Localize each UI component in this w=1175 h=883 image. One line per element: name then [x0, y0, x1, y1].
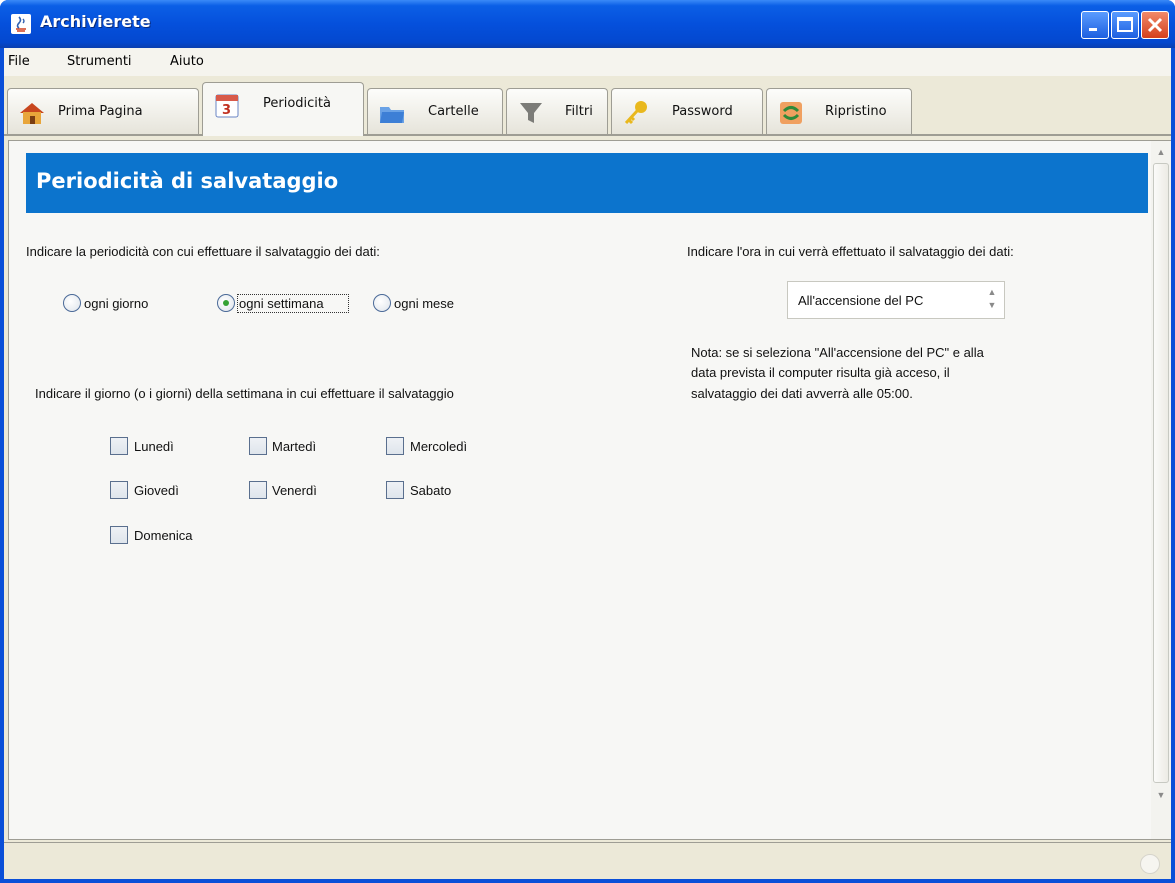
tab-cartelle[interactable]: Cartelle	[367, 88, 503, 134]
minimize-icon	[1089, 28, 1097, 31]
tab-label: Cartelle	[428, 104, 479, 119]
radio-label-ogni-giorno[interactable]: ogni giorno	[84, 296, 148, 311]
tab-label: Ripristino	[825, 104, 887, 119]
time-prompt: Indicare l'ora in cui verrà effettuato i…	[687, 244, 1014, 259]
window-title: Archivierete	[40, 12, 151, 31]
client-area: File Strumenti Aiuto Prima Pagina 3 Peri…	[4, 48, 1171, 879]
tab-password[interactable]: Password	[611, 88, 763, 134]
spinner-up-icon[interactable]: ▲	[984, 285, 1000, 299]
menu-aiuto[interactable]: Aiuto	[170, 54, 204, 69]
tab-label: Periodicità	[263, 96, 331, 111]
tab-label: Password	[672, 104, 733, 119]
menu-strumenti[interactable]: Strumenti	[67, 54, 132, 69]
note-line-1: Nota: se si seleziona "All'accensione de…	[691, 345, 984, 360]
time-spinner-value: All'accensione del PC	[798, 293, 924, 308]
checkbox-venerdi[interactable]	[249, 481, 267, 499]
menu-bar: File Strumenti Aiuto	[4, 48, 1171, 76]
home-icon	[20, 103, 44, 124]
restore-icon	[780, 102, 802, 124]
note-line-3: salvataggio dei dati avverrà alle 05:00.	[691, 386, 913, 401]
tab-label: Prima Pagina	[58, 104, 143, 119]
checkbox-domenica[interactable]	[110, 526, 128, 544]
calendar-icon: 3	[215, 94, 239, 118]
folder-icon	[380, 107, 404, 123]
minimize-button[interactable]	[1081, 11, 1109, 39]
checkbox-label-sabato[interactable]: Sabato	[410, 483, 451, 498]
tab-label: Filtri	[565, 104, 593, 119]
tab-filtri[interactable]: Filtri	[506, 88, 608, 134]
checkbox-label-lunedi[interactable]: Lunedì	[134, 439, 174, 454]
menu-file[interactable]: File	[8, 54, 30, 69]
radio-label-ogni-settimana[interactable]: ogni settimana	[239, 296, 324, 311]
maximize-icon	[1117, 17, 1133, 32]
time-spinner[interactable]: All'accensione del PC ▲ ▼	[787, 281, 1005, 319]
svg-text:3: 3	[222, 103, 231, 118]
checkbox-lunedi[interactable]	[110, 437, 128, 455]
periodicita-panel: Periodicità di salvataggio Indicare la p…	[8, 140, 1171, 840]
tab-prima-pagina[interactable]: Prima Pagina	[7, 88, 199, 134]
checkbox-label-martedi[interactable]: Martedì	[272, 439, 316, 454]
checkbox-martedi[interactable]	[249, 437, 267, 455]
checkbox-mercoledi[interactable]	[386, 437, 404, 455]
tab-ripristino[interactable]: Ripristino	[766, 88, 912, 134]
checkbox-label-giovedi[interactable]: Giovedì	[134, 483, 179, 498]
radio-label-ogni-mese[interactable]: ogni mese	[394, 296, 454, 311]
status-bar	[4, 842, 1171, 879]
note-line-2: data prevista il computer risulta già ac…	[691, 365, 950, 380]
spinner-down-icon[interactable]: ▼	[984, 298, 1000, 312]
filter-icon	[520, 103, 542, 123]
scroll-down-icon[interactable]: ▼	[1152, 786, 1170, 804]
close-button[interactable]	[1141, 11, 1169, 39]
panel-header: Periodicità di salvataggio	[26, 153, 1148, 213]
days-prompt: Indicare il giorno (o i giorni) della se…	[35, 386, 454, 401]
tab-strip: Prima Pagina 3 Periodicità Cartelle Filt…	[4, 76, 1171, 142]
tab-periodicita[interactable]: 3 Periodicità	[202, 82, 364, 136]
maximize-button[interactable]	[1111, 11, 1139, 39]
vertical-scrollbar[interactable]: ▲ ▼	[1151, 141, 1171, 839]
checkbox-label-domenica[interactable]: Domenica	[134, 528, 193, 543]
close-icon	[1147, 17, 1163, 33]
checkbox-label-mercoledi[interactable]: Mercoledì	[410, 439, 467, 454]
radio-ogni-settimana[interactable]	[217, 294, 235, 312]
checkbox-giovedi[interactable]	[110, 481, 128, 499]
panel-title: Periodicità di salvataggio	[36, 169, 339, 193]
checkbox-sabato[interactable]	[386, 481, 404, 499]
key-icon	[624, 101, 647, 125]
scroll-up-icon[interactable]: ▲	[1152, 143, 1170, 161]
vertical-scroll-thumb[interactable]	[1153, 163, 1169, 783]
radio-ogni-mese[interactable]	[373, 294, 391, 312]
radio-ogni-giorno[interactable]	[63, 294, 81, 312]
tab-divider	[4, 134, 1171, 136]
periodicity-prompt: Indicare la periodicità con cui effettua…	[26, 244, 380, 259]
checkbox-label-venerdi[interactable]: Venerdì	[272, 483, 317, 498]
application-window: Archivierete File Strumenti Aiuto Prima …	[0, 0, 1175, 883]
title-bar[interactable]: Archivierete	[0, 0, 1175, 48]
java-icon	[11, 14, 31, 34]
status-indicator-icon	[1140, 854, 1160, 874]
